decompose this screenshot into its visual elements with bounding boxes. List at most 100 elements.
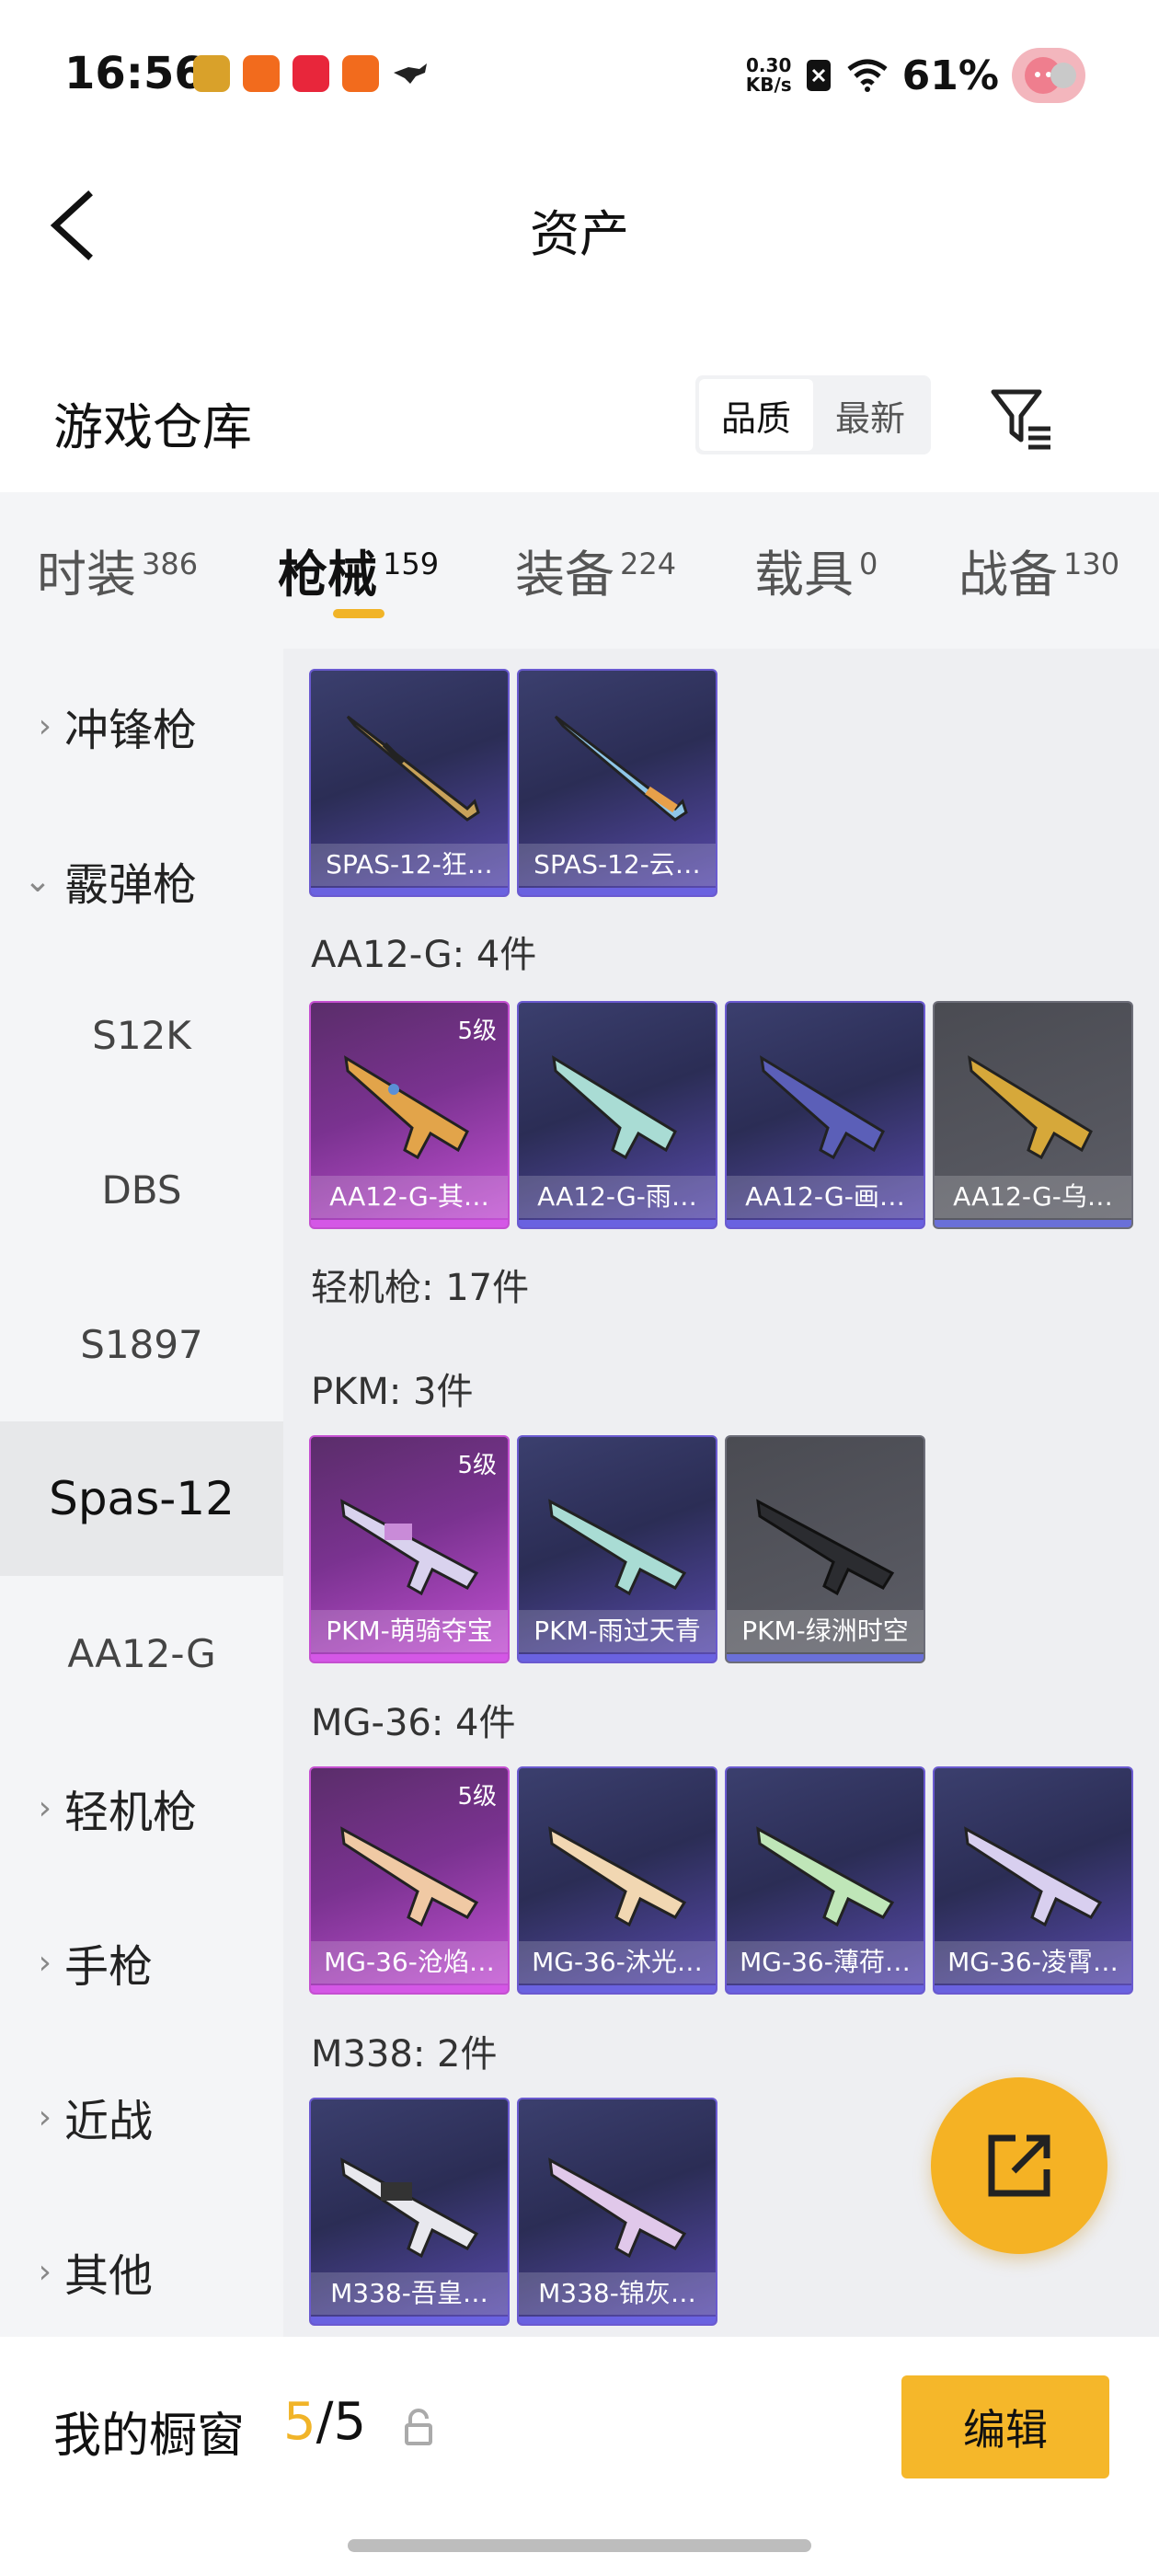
item-card[interactable]: 5级 PKM-萌骑夺宝 — [309, 1435, 510, 1663]
sort-quality-button[interactable]: 品质 — [699, 379, 813, 451]
battery-level: 61% — [901, 52, 999, 99]
tab-firearms[interactable]: 枪械 159 — [278, 534, 439, 606]
sidebar-item-dbs[interactable]: DBS — [0, 1112, 283, 1267]
item-name: AA12-G-雨… — [519, 1176, 716, 1218]
sidebar-item-pistol[interactable]: › 手枪 — [0, 1885, 283, 2040]
status-app-icons — [193, 55, 429, 92]
item-card[interactable]: PKM-雨过天青 — [517, 1435, 717, 1663]
tab-fashion[interactable]: 时装 386 — [37, 534, 198, 606]
item-card[interactable]: MG-36-凌霄… — [933, 1766, 1133, 1995]
sidebar-item-label: 冲锋枪 — [64, 705, 198, 756]
item-name: PKM-萌骑夺宝 — [311, 1610, 508, 1652]
status-time: 16:56 — [64, 48, 205, 99]
item-card[interactable]: MG-36-沐光… — [517, 1766, 717, 1995]
avatar — [1012, 48, 1085, 103]
sidebar-item-s1897[interactable]: S1897 — [0, 1267, 283, 1421]
filter-icon[interactable] — [988, 386, 1056, 451]
item-card[interactable]: SPAS-12-狂… — [309, 669, 510, 897]
machine-gun-icon — [756, 1826, 895, 1927]
edit-button[interactable]: 编辑 — [901, 2375, 1109, 2478]
sidebar-item-aa12g[interactable]: AA12-G — [0, 1576, 283, 1731]
item-name: MG-36-沧焰… — [311, 1941, 508, 1984]
wifi-icon — [847, 59, 888, 92]
tab-count: 0 — [859, 546, 878, 581]
rarity-bar — [727, 1220, 924, 1227]
rarity-bar — [519, 1220, 716, 1227]
sidebar-item-spas12[interactable]: Spas-12 — [0, 1421, 283, 1576]
sidebar-item-label: 轻机枪 — [64, 1787, 198, 1838]
machine-gun-icon — [548, 1826, 687, 1927]
item-card[interactable]: 5级 AA12-G-其… — [309, 1001, 510, 1229]
item-card[interactable]: M338-吾皇… — [309, 2098, 510, 2326]
tab-vehicles[interactable]: 载具 0 — [754, 534, 878, 606]
rarity-bar — [311, 2317, 508, 2324]
machine-gun-icon — [548, 2157, 687, 2259]
tab-label: 时装 — [37, 546, 136, 604]
sidebar-item-other[interactable]: › 其他 — [0, 2194, 283, 2349]
chevron-right-icon: › — [38, 1788, 52, 1827]
chevron-right-icon: › — [38, 2098, 52, 2136]
item-card[interactable]: AA12-G-雨… — [517, 1001, 717, 1229]
sidebar-item-label: 其他 — [64, 2250, 154, 2302]
page-title: 资产 — [530, 205, 629, 263]
sort-toggle: 品质 最新 — [695, 375, 931, 454]
home-indicator[interactable] — [348, 2539, 811, 2552]
status-bar: 16:56 0.30 KB/s 61% — [0, 0, 1159, 147]
app-xiaohongshu-icon — [293, 55, 329, 92]
item-name: MG-36-凌霄… — [935, 1941, 1131, 1984]
level-badge: 5级 — [457, 1452, 497, 1479]
item-name: AA12-G-乌… — [935, 1176, 1131, 1218]
app-misc-icon — [392, 55, 429, 92]
item-name: MG-36-薄荷… — [727, 1941, 924, 1984]
chevron-right-icon: › — [38, 1943, 52, 1982]
rarity-bar — [311, 1220, 508, 1227]
group-label-mg36: MG-36: 4件 — [311, 1702, 516, 1744]
sidebar-item-label: 近战 — [64, 2096, 154, 2147]
net-speed-unit: KB/s — [745, 74, 792, 96]
item-card[interactable]: 5级 MG-36-沧焰… — [309, 1766, 510, 1995]
lock-icon — [405, 2409, 432, 2445]
item-card[interactable]: AA12-G-乌… — [933, 1001, 1133, 1229]
sidebar-item-shotgun[interactable]: ⌄ 霰弹枪 — [0, 803, 283, 958]
tab-equipment[interactable]: 装备 224 — [515, 534, 676, 606]
share-icon — [988, 2134, 1050, 2197]
tab-combat-gear[interactable]: 战备 130 — [958, 534, 1119, 606]
shotgun-icon — [346, 715, 480, 822]
item-card[interactable]: AA12-G-画… — [725, 1001, 925, 1229]
active-tab-indicator — [333, 609, 384, 618]
sidebar: › 冲锋枪 ⌄ 霰弹枪 S12K DBS S1897 Spas-12 AA12-G … — [0, 649, 283, 2337]
sort-latest-button[interactable]: 最新 — [813, 379, 927, 451]
tab-count: 224 — [620, 546, 677, 581]
share-fab-button[interactable] — [931, 2077, 1107, 2254]
sidebar-item-smg[interactable]: › 冲锋枪 — [0, 649, 283, 803]
item-name: PKM-绿洲时空 — [727, 1610, 924, 1652]
rifle-icon — [968, 1055, 1093, 1160]
item-card[interactable]: M338-锦灰… — [517, 2098, 717, 2326]
machine-gun-icon — [548, 1499, 687, 1596]
app-kuaishou2-icon — [342, 55, 379, 92]
rarity-bar — [519, 888, 716, 895]
showcase-total: /5 — [316, 2392, 367, 2452]
item-card[interactable]: SPAS-12-云… — [517, 669, 717, 897]
rarity-bar — [519, 1985, 716, 1993]
showcase-label: 我的橱窗 — [53, 2409, 246, 2464]
tab-label: 装备 — [515, 546, 614, 604]
tab-count: 159 — [383, 546, 440, 581]
shotgun-icon — [554, 715, 688, 822]
sidebar-item-s12k[interactable]: S12K — [0, 958, 283, 1112]
machine-gun-icon — [340, 2157, 479, 2259]
chevron-right-icon: › — [38, 2252, 52, 2291]
group-label-m338: M338: 2件 — [311, 2033, 498, 2076]
showcase-count: 5/5 — [283, 2392, 366, 2452]
item-name: M338-锦灰… — [519, 2272, 716, 2315]
rarity-bar — [935, 1985, 1131, 1993]
level-badge: 5级 — [457, 1783, 497, 1811]
item-name: AA12-G-画… — [727, 1176, 924, 1218]
sidebar-item-lmg[interactable]: › 轻机枪 — [0, 1731, 283, 1885]
sidebar-item-melee[interactable]: › 近战 — [0, 2040, 283, 2194]
app-kuaishou-icon — [243, 55, 280, 92]
item-card[interactable]: PKM-绿洲时空 — [725, 1435, 925, 1663]
machine-gun-icon — [756, 1499, 895, 1596]
item-card[interactable]: MG-36-薄荷… — [725, 1766, 925, 1995]
warehouse-row: 游戏仓库 品质 最新 — [0, 350, 1159, 488]
